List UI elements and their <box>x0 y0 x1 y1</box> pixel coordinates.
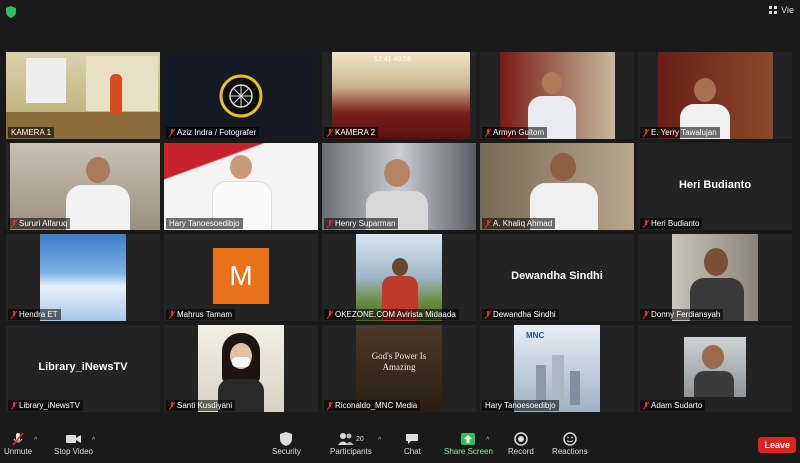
video-tile-adam[interactable]: Adam Sudarto <box>638 325 792 412</box>
gods-power-text: God's Power Is Amazing <box>371 351 427 372</box>
participant-name: Hary Tanoesoedibjo <box>166 218 243 229</box>
participants-button[interactable]: 20 Participants <box>330 431 372 456</box>
muted-mic-icon <box>327 310 333 319</box>
participant-name: E. Yerry Tawalujan <box>640 127 720 138</box>
muted-mic-icon <box>169 310 175 319</box>
meeting-toolbar: Unmute ^ Stop Video ^ Security 20 Partic… <box>0 425 800 463</box>
muted-mic-icon <box>327 128 333 137</box>
chat-button[interactable]: Chat <box>404 431 421 456</box>
participant-name: Heri Budianto <box>640 218 703 229</box>
muted-mic-icon <box>485 310 491 319</box>
participant-name: Hendra ET <box>8 309 61 320</box>
participant-name: Donny Ferdiansyah <box>640 309 724 320</box>
video-grid: KAMERA 1 Aziz Indra / Fotografer 12:41 4… <box>4 50 796 412</box>
video-tile-aziz[interactable]: Aziz Indra / Fotografer <box>164 52 318 139</box>
share-options-caret-icon[interactable]: ^ <box>486 437 489 444</box>
participant-name: KAMERA 1 <box>8 127 55 138</box>
video-options-caret-icon[interactable]: ^ <box>92 437 95 444</box>
leave-button[interactable]: Leave <box>758 437 796 453</box>
audio-options-caret-icon[interactable]: ^ <box>34 437 37 444</box>
participant-display-name: Library_iNewsTV <box>38 361 128 373</box>
video-tile-yerry[interactable]: E. Yerry Tawalujan <box>638 52 792 139</box>
muted-mic-icon <box>327 401 333 410</box>
participant-display-name: Heri Budianto <box>678 179 752 191</box>
participant-display-name: Dewandha Sindhi <box>511 270 603 282</box>
video-camera-icon <box>65 435 81 443</box>
participant-name: Hary Tanoesoedibjo <box>482 400 559 411</box>
video-tile-avirista[interactable]: OKEZONE.COM Avirista Midaada <box>322 234 476 321</box>
muted-mic-icon <box>327 219 333 228</box>
participant-name: Aziz Indra / Fotografer <box>166 127 260 138</box>
video-tile-library-inewstv[interactable]: Library_iNewsTV Library_iNewsTV <box>6 325 160 412</box>
participant-name: Riconaldo_MNC Media <box>324 400 421 411</box>
participant-name: Henry Suparman <box>324 218 399 229</box>
video-tile-heri[interactable]: Heri Budianto Heri Budianto <box>638 143 792 230</box>
muted-mic-icon <box>485 128 491 137</box>
muted-mic-icon <box>12 432 24 446</box>
top-bar: Vie <box>0 0 800 24</box>
smiley-icon <box>563 432 577 446</box>
participant-name: Adam Sudarto <box>640 400 706 411</box>
participant-name: Mahrus Tamam <box>166 309 235 320</box>
grid-view-icon <box>769 6 778 14</box>
participant-name: KAMERA 2 <box>324 127 379 138</box>
stop-video-button[interactable]: Stop Video <box>54 431 93 456</box>
security-shield-icon[interactable] <box>6 6 16 18</box>
mnc-logo: MNC <box>526 331 545 340</box>
muted-mic-icon <box>11 401 17 410</box>
participant-name: A. Khaliq Ahmad <box>482 218 556 229</box>
participants-count: 20 <box>356 435 364 443</box>
muted-mic-icon <box>169 401 175 410</box>
record-icon <box>514 432 528 446</box>
video-tile-hary-2[interactable]: MNC Hary Tanoesoedibjo <box>480 325 634 412</box>
view-button[interactable]: Vie <box>769 5 794 15</box>
participants-options-caret-icon[interactable]: ^ <box>378 437 381 444</box>
participant-name: OKEZONE.COM Avirista Midaada <box>324 309 459 320</box>
video-tile-riconaldo[interactable]: God's Power Is Amazing Riconaldo_MNC Med… <box>322 325 476 412</box>
muted-mic-icon <box>169 128 175 137</box>
participant-name: Dewandha Sindhi <box>482 309 559 320</box>
video-tile-dewandha[interactable]: Dewandha Sindhi Dewandha Sindhi <box>480 234 634 321</box>
muted-mic-icon <box>11 219 17 228</box>
participants-icon <box>338 433 354 445</box>
shield-icon <box>280 432 293 446</box>
participant-name: Armyn Gultom <box>482 127 548 138</box>
video-tile-henry[interactable]: Henry Suparman <box>322 143 476 230</box>
participant-name: Library_iNewsTV <box>8 400 83 411</box>
participant-name: Santi Kusdiyani <box>166 400 236 411</box>
video-tile-hendra[interactable]: Hendra ET <box>6 234 160 321</box>
chat-bubble-icon <box>406 434 419 444</box>
muted-mic-icon <box>643 310 649 319</box>
muted-mic-icon <box>485 219 491 228</box>
muted-mic-icon <box>643 128 649 137</box>
muted-mic-icon <box>643 401 649 410</box>
view-label: Vie <box>781 5 794 15</box>
muted-mic-icon <box>11 310 17 319</box>
avatar: M <box>213 248 269 304</box>
camera-clock: 12:41 49:59 <box>374 56 411 63</box>
security-button[interactable]: Security <box>272 431 301 456</box>
video-tile-kamera-2[interactable]: 12:41 49:59 KAMERA 2 <box>322 52 476 139</box>
record-button[interactable]: Record <box>508 431 534 456</box>
unmute-button[interactable]: Unmute <box>4 431 32 456</box>
video-tile-kamera-1[interactable]: KAMERA 1 <box>6 52 160 139</box>
video-tile-armyn[interactable]: Armyn Gultom <box>480 52 634 139</box>
video-tile-hary-1[interactable]: Hary Tanoesoedibjo <box>164 143 318 230</box>
video-tile-sururi[interactable]: Sururi Alfaruq <box>6 143 160 230</box>
participant-name: Sururi Alfaruq <box>8 218 71 229</box>
share-screen-icon <box>461 433 476 445</box>
video-tile-mahrus[interactable]: M Mahrus Tamam <box>164 234 318 321</box>
video-tile-khaliq[interactable]: A. Khaliq Ahmad <box>480 143 634 230</box>
video-tile-santi[interactable]: Santi Kusdiyani <box>164 325 318 412</box>
muted-mic-icon <box>643 219 649 228</box>
reactions-button[interactable]: Reactions <box>552 431 588 456</box>
video-tile-donny[interactable]: Donny Ferdiansyah <box>638 234 792 321</box>
globe-logo-icon <box>219 74 263 118</box>
